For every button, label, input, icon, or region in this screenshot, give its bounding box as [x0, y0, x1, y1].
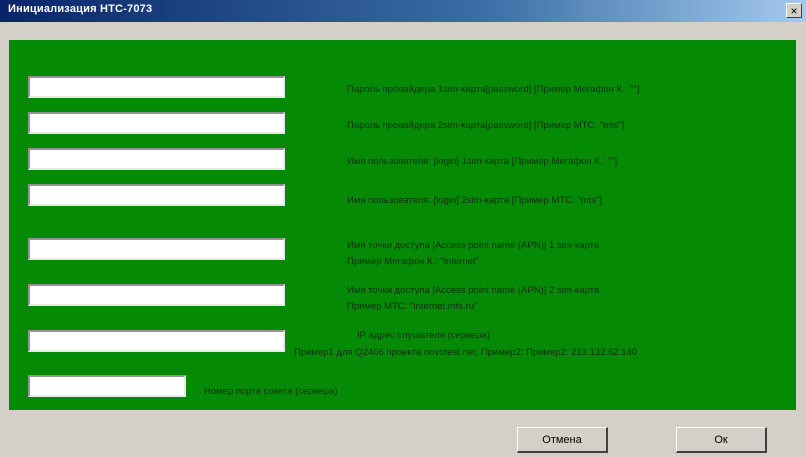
- provider-password-sim2-input[interactable]: [28, 112, 285, 134]
- apn-sim2-input[interactable]: [28, 284, 285, 306]
- apn-sim1-example: Пример Мегафон К.: "internet": [347, 256, 479, 267]
- server-ip-example: Пример1 для Q2406 проекта novotest.net; …: [294, 347, 638, 358]
- server-port-label: Номер порта сокета (сервера): [204, 386, 338, 397]
- username-sim1-input[interactable]: [28, 148, 285, 170]
- provider-password-sim1-label: Пароль провайдера 1sim-карта[password] […: [347, 84, 640, 95]
- window-title: Инициализация HTC-7073: [8, 3, 153, 15]
- username-sim2-input[interactable]: [28, 184, 285, 206]
- apn-sim2-example: Пример МТС: "internet.mts.ru": [347, 301, 478, 312]
- ok-button[interactable]: Ок: [676, 427, 767, 453]
- cancel-button[interactable]: Отмена: [517, 427, 608, 453]
- apn-sim1-label: Имя точки доступа [Access point name (AP…: [347, 240, 600, 251]
- close-icon[interactable]: ×: [786, 3, 802, 18]
- username-sim2-label: Имя пользователя: [login] 2sim-карта [Пр…: [347, 195, 603, 206]
- apn-sim1-input[interactable]: [28, 238, 285, 260]
- provider-password-sim2-label: Пароль провайдера 2sim-карта[password] […: [347, 120, 625, 131]
- server-ip-input[interactable]: [28, 330, 285, 352]
- apn-sim2-label: Имя точки доступа [Access point name (AP…: [347, 285, 600, 296]
- username-sim1-label: Имя пользователя: [login] 1sim-карта [Пр…: [347, 156, 618, 167]
- server-ip-label: IP адрес слушателя (сервера): [357, 330, 490, 341]
- title-bar[interactable]: Инициализация HTC-7073 ×: [0, 0, 806, 22]
- provider-password-sim1-input[interactable]: [28, 76, 285, 98]
- server-port-input[interactable]: [28, 375, 186, 397]
